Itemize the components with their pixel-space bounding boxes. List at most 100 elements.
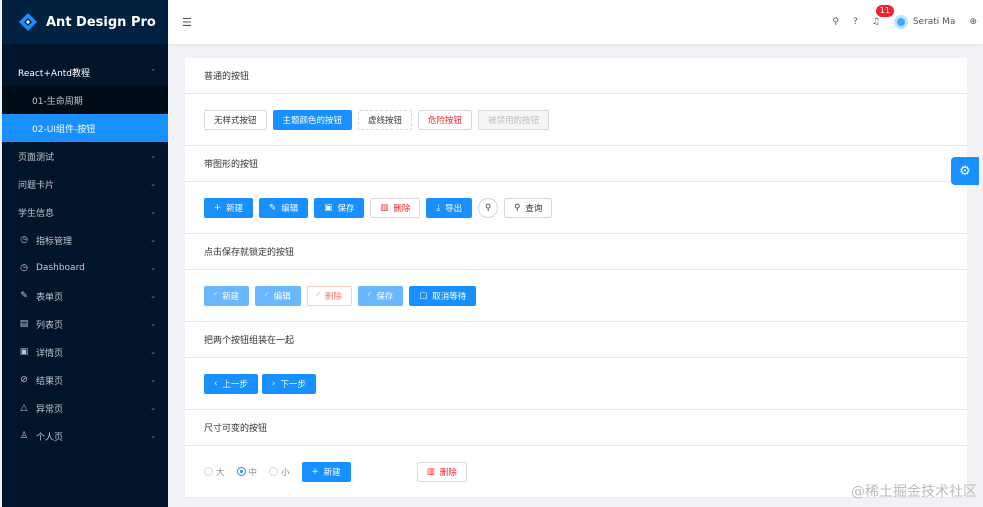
loading-icon: ◜ (214, 290, 218, 301)
new-button-loading: ◜ 新建 (204, 285, 250, 306)
card-body: ◜ 新建 ◜ 编辑 ◜ 删除 ◜ 保存 ▢ 取消等待 (185, 270, 967, 321)
sidebar-item-list[interactable]: ▤ 列表页 ⌄ (2, 310, 168, 338)
button-group: ‹ 上一步 › 下一步 (204, 373, 316, 394)
card-button-group: 把两个按钮组装在一起 ‹ 上一步 › 下一步 (185, 322, 967, 410)
save-button[interactable]: ▣ 保存 (314, 197, 365, 218)
sidebar-item-label: 详情页 (36, 348, 64, 359)
button-label: 编辑 (273, 291, 291, 302)
chevron-down-icon: ⌄ (150, 264, 156, 272)
sidebar-item-label: React+Antd教程 (18, 68, 91, 79)
search-icon: ⚲ (485, 202, 492, 213)
stop-icon: ▢ (419, 290, 428, 301)
overlay-text: httr (367, 460, 419, 485)
ant-design-logo-icon (19, 13, 37, 31)
button-label: 下一步 (280, 379, 306, 390)
new-button[interactable]: + 新建 (204, 197, 254, 218)
cancel-wait-button[interactable]: ▢ 取消等待 (409, 285, 477, 306)
sidebar-item-detail[interactable]: ▣ 详情页 ⌄ (2, 338, 168, 366)
edit-button[interactable]: ✎ 编辑 (259, 197, 309, 218)
button-label: 删除 (439, 467, 457, 478)
search-icon[interactable]: ⚲ (832, 17, 839, 27)
sidebar-item-account[interactable]: ♙ 个人页 ⌄ (2, 422, 168, 450)
primary-button[interactable]: 主题颜色的按钮 (272, 109, 353, 130)
sidebar-item-label: 02-UI组件-按钮 (32, 124, 96, 135)
button-label: 保存 (337, 203, 355, 214)
sidebar-item-label: 异常页 (36, 404, 64, 415)
default-button[interactable]: 无样式按钮 (204, 109, 267, 130)
notification-badge: 11 (875, 5, 894, 17)
card-title: 普通的按钮 (185, 58, 967, 94)
app-frame: Ant Design Pro React+Antd教程 ⌃ 01-生命周期 02-… (2, 0, 983, 507)
sidebar-item-form[interactable]: ✎ 表单页 ⌄ (2, 282, 168, 310)
globe-icon[interactable]: ⊕ (969, 17, 977, 27)
sidebar-item-label: 学生信息 (18, 208, 55, 219)
delete-button[interactable]: ▥ 删除 (416, 461, 467, 482)
button-label: 导出 (445, 203, 463, 214)
dashed-button[interactable]: 虚线按钮 (358, 109, 413, 130)
sidebar-item-ui-button[interactable]: 02-UI组件-按钮 (2, 114, 168, 142)
main-content: 普通的按钮 无样式按钮 主题颜色的按钮 虚线按钮 危险按钮 被禁用的按钮 带图形… (185, 58, 967, 498)
gear-icon: ⚙ (959, 163, 971, 179)
size-radio-large[interactable]: 大 (204, 466, 225, 478)
sidebar-item-label: 列表页 (36, 320, 64, 331)
user-menu[interactable]: Serati Ma (893, 15, 955, 29)
sidebar-item-student-info[interactable]: 学生信息 ⌄ (2, 198, 168, 226)
search-circle-button[interactable]: ⚲ (478, 197, 499, 218)
sidebar-item-dashboard[interactable]: ◷ Dashboard ⌄ (2, 254, 168, 282)
disabled-button: 被禁用的按钮 (478, 109, 550, 130)
sidebar-item-metrics[interactable]: ◷ 指标管理 ⌄ (2, 226, 168, 254)
next-button[interactable]: › 下一步 (261, 373, 316, 394)
save-icon: ▣ (324, 202, 333, 213)
query-button[interactable]: ⚲ 查询 (504, 197, 553, 218)
sidebar-item-label: 问题卡片 (18, 180, 55, 191)
card-body: 无样式按钮 主题颜色的按钮 虚线按钮 危险按钮 被禁用的按钮 (185, 94, 967, 145)
previous-button[interactable]: ‹ 上一步 (204, 373, 258, 394)
sidebar-item-react-antd[interactable]: React+Antd教程 ⌃ (2, 58, 168, 86)
radio-label: 小 (281, 467, 290, 478)
logo[interactable]: Ant Design Pro (2, 0, 168, 44)
sidebar-item-label: 指标管理 (36, 236, 73, 247)
card-title: 尺寸可变的按钮 (185, 410, 967, 446)
export-button[interactable]: ⤓ 导出 (426, 197, 473, 218)
watermark: @稀土掘金技术社区 (851, 484, 977, 500)
chevron-down-icon: ⌄ (150, 208, 156, 216)
button-label: 编辑 (281, 203, 299, 214)
sidebar-item-page-test[interactable]: 页面测试 ⌄ (2, 142, 168, 170)
sidebar-item-exception[interactable]: △ 异常页 ⌄ (2, 394, 168, 422)
chevron-down-icon: ⌄ (150, 432, 156, 440)
new-button[interactable]: + 新建 (301, 461, 351, 482)
card-body: 大 中 小 + 新建 ▥ 删除 (185, 446, 967, 497)
card-title: 点击保存就锁定的按钮 (185, 234, 967, 270)
card-size-buttons: 尺寸可变的按钮 大 中 小 + 新建 ▥ 删除 (185, 410, 967, 498)
warning-icon: △ (20, 403, 28, 413)
dashboard-icon: ◷ (20, 263, 28, 273)
chevron-down-icon: ⌄ (150, 236, 156, 244)
settings-drawer-button[interactable]: ⚙ (951, 157, 979, 185)
menu-fold-icon[interactable]: ☰ (182, 16, 192, 29)
notification-bell-icon[interactable]: ♫ 11 (872, 5, 894, 27)
sidebar-item-label: 表单页 (36, 292, 64, 303)
button-label: 新建 (226, 203, 244, 214)
sidebar-item-question-card[interactable]: 问题卡片 ⌄ (2, 170, 168, 198)
app-title: Ant Design Pro (46, 14, 156, 30)
button-label: 上一步 (222, 379, 248, 390)
download-icon: ⤓ (436, 202, 441, 213)
delete-icon: ▥ (426, 466, 435, 477)
delete-button[interactable]: ▥ 删除 (370, 197, 421, 218)
card-title: 带图形的按钮 (185, 146, 967, 182)
question-circle-icon[interactable]: ? (853, 17, 858, 27)
sidebar: Ant Design Pro React+Antd教程 ⌃ 01-生命周期 02-… (2, 0, 168, 507)
size-radio-small[interactable]: 小 (269, 466, 290, 478)
card-body: ‹ 上一步 › 下一步 (185, 358, 967, 409)
sidebar-item-result[interactable]: ⊘ 结果页 ⌄ (2, 366, 168, 394)
button-label: 删除 (324, 291, 342, 302)
chevron-down-icon: ⌄ (150, 292, 156, 300)
plus-icon: + (214, 202, 222, 213)
sidebar-item-lifecycle[interactable]: 01-生命周期 (2, 86, 168, 114)
size-radio-medium[interactable]: 中 (236, 466, 257, 478)
button-label: 删除 (393, 203, 411, 214)
sidebar-item-label: 01-生命周期 (32, 96, 83, 107)
radio-dot (204, 467, 213, 476)
danger-button[interactable]: 危险按钮 (418, 109, 473, 130)
check-circle-icon: ⊘ (20, 375, 28, 385)
